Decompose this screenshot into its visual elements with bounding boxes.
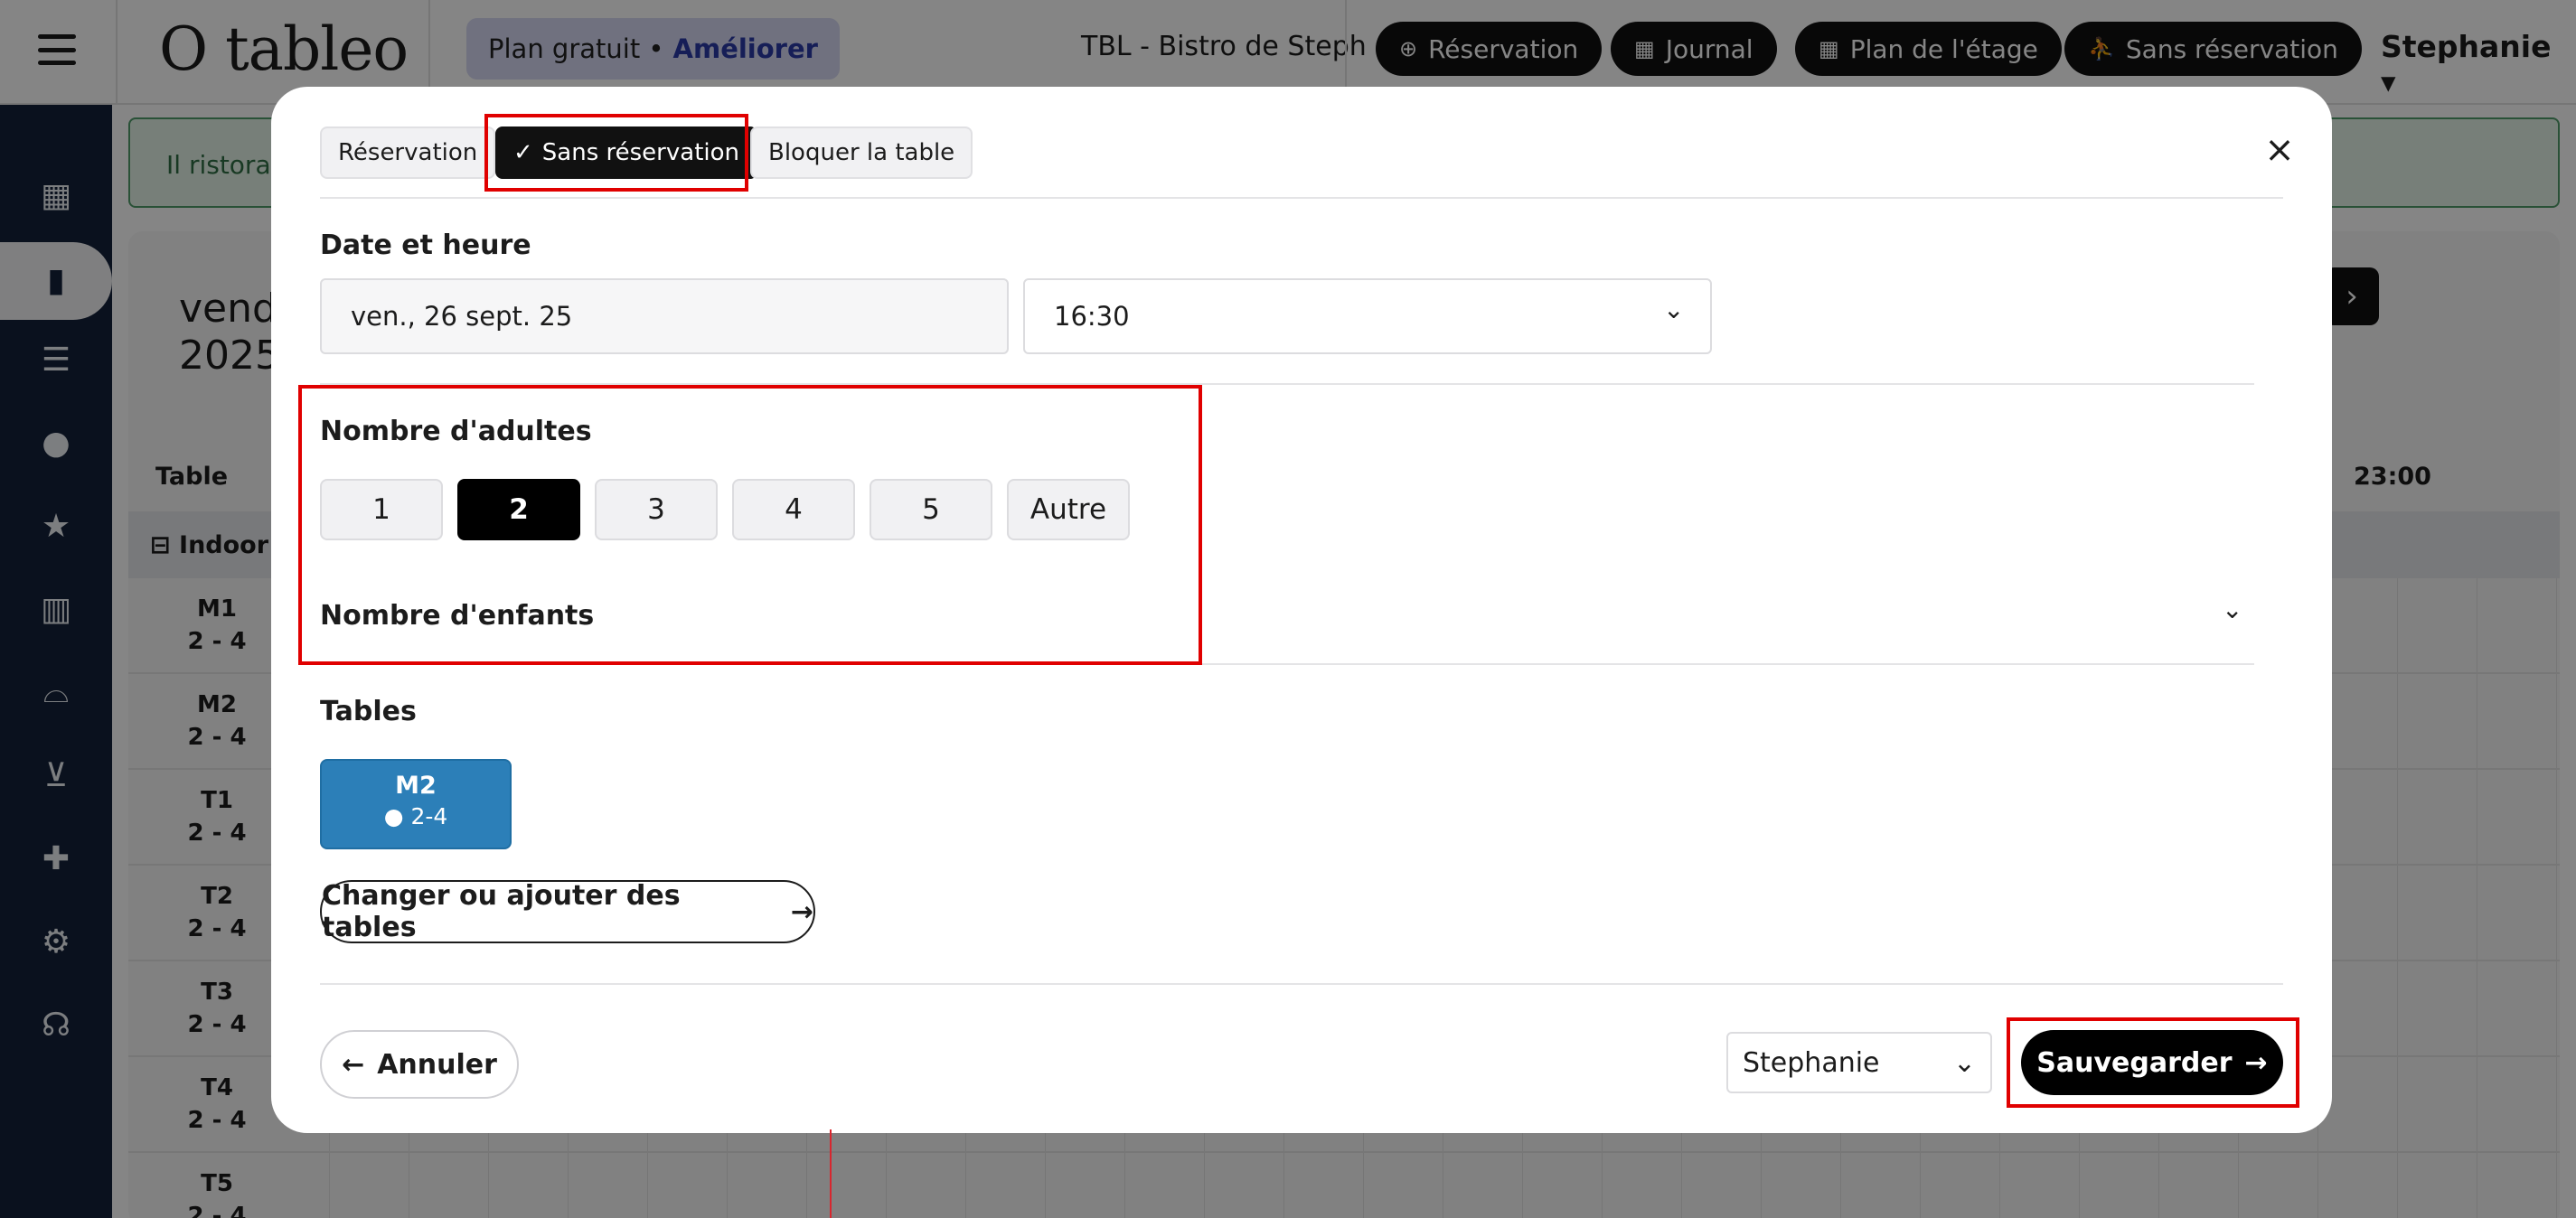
tab-walk-in[interactable]: ✓ Sans réservation <box>495 126 757 179</box>
adults-option-other[interactable]: Autre <box>1007 479 1130 540</box>
tab-label: Sans réservation <box>541 139 739 166</box>
save-button[interactable]: Sauvegarder → <box>2021 1030 2283 1095</box>
tab-block-table[interactable]: Bloquer la table <box>750 126 973 179</box>
divider <box>320 383 2254 385</box>
adults-option[interactable]: 5 <box>870 479 992 540</box>
divider <box>320 197 2283 199</box>
arrow-right-icon: → <box>790 895 813 928</box>
adults-option-selected[interactable]: 2 <box>457 479 580 540</box>
adults-label: Nombre d'adultes <box>320 416 592 447</box>
table-capacity: 2-4 <box>410 803 448 829</box>
cancel-button[interactable]: ← Annuler <box>320 1030 519 1099</box>
tab-reservation[interactable]: Réservation <box>320 126 496 179</box>
walk-in-modal: Réservation ✓ Sans réservation Bloquer l… <box>271 87 2332 1133</box>
button-label: Annuler <box>377 1048 497 1081</box>
person-icon: ● <box>383 803 404 829</box>
divider <box>320 663 2254 665</box>
chevron-down-icon: ⌄ <box>1663 295 1685 324</box>
close-icon[interactable]: × <box>2260 129 2299 171</box>
button-label: Changer ou ajouter des tables <box>322 880 681 943</box>
time-value: 16:30 <box>1054 301 1130 332</box>
tables-label: Tables <box>320 696 417 727</box>
date-time-label: Date et heure <box>320 230 531 261</box>
children-label[interactable]: Nombre d'enfants <box>320 600 594 632</box>
date-field[interactable]: ven., 26 sept. 25 <box>320 278 1009 354</box>
arrow-right-icon: → <box>2244 1046 2268 1079</box>
change-tables-button[interactable]: Changer ou ajouter des tables → <box>320 880 815 943</box>
table-name: M2 <box>395 772 437 800</box>
staff-select[interactable]: Stephanie ⌄ <box>1726 1032 1992 1093</box>
divider <box>320 983 2283 985</box>
chevron-down-icon[interactable]: ⌄ <box>2222 595 2242 624</box>
adults-option[interactable]: 4 <box>732 479 855 540</box>
adults-option[interactable]: 1 <box>320 479 443 540</box>
current-time-line <box>830 1129 832 1218</box>
selected-table-chip[interactable]: M2 ● 2-4 <box>320 759 512 849</box>
time-select[interactable]: 16:30 <box>1023 278 1712 354</box>
check-circle-icon: ✓ <box>513 139 533 166</box>
arrow-left-icon: ← <box>342 1048 365 1081</box>
adults-option[interactable]: 3 <box>595 479 718 540</box>
staff-value: Stephanie <box>1743 1046 1880 1079</box>
chevron-down-icon: ⌄ <box>1952 1046 1976 1079</box>
button-label: Sauvegarder <box>2036 1046 2233 1079</box>
